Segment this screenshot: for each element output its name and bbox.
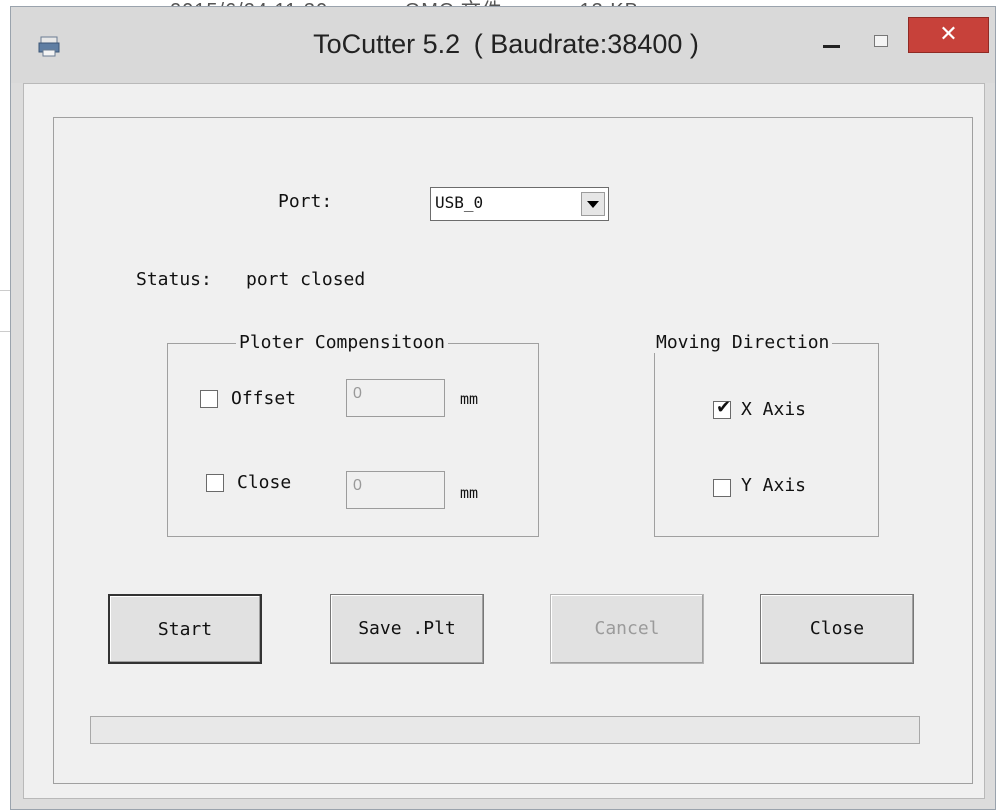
port-select[interactable]: USB_0: [430, 187, 609, 221]
status-value: port closed: [246, 269, 366, 290]
maximize-button[interactable]: [861, 21, 901, 61]
baudrate-label: ( Baudrate:38400 ): [473, 29, 699, 59]
chevron-down-icon[interactable]: [581, 192, 605, 216]
direction-group: Moving Direction ✔ X Axis Y Axis: [653, 332, 879, 537]
save-plt-button[interactable]: Save .Plt: [330, 594, 484, 664]
offset-label: Offset: [231, 388, 297, 409]
port-label: Port:: [278, 191, 333, 212]
close-icon: ✕: [939, 22, 958, 47]
status-label: Status:: [136, 269, 212, 290]
close-button[interactable]: Close: [760, 594, 914, 664]
offset-checkbox[interactable]: [200, 390, 218, 408]
main-panel: Port: USB_0 Status: port closed Ploter C…: [53, 117, 973, 784]
compensation-legend: Ploter Compensitoon: [236, 332, 448, 353]
x-axis-label: X Axis: [741, 399, 807, 420]
close-field[interactable]: 0: [346, 471, 445, 509]
minimize-button[interactable]: [811, 21, 851, 61]
checkmark-icon: ✔: [716, 397, 732, 418]
title-bar[interactable]: ToCutter 5.2 ( Baudrate:38400 ) ✕: [11, 7, 995, 83]
close-unit: mm: [460, 484, 479, 502]
compensation-group: Ploter Compensitoon Offset 0 mm Close 0 …: [167, 332, 539, 537]
offset-field[interactable]: 0: [346, 379, 445, 417]
progress-bar: [90, 716, 920, 744]
tocutter-window: ToCutter 5.2 ( Baudrate:38400 ) ✕ Port: …: [10, 6, 996, 810]
close-window-button[interactable]: ✕: [908, 17, 989, 53]
close-label: Close: [237, 472, 292, 493]
offset-unit: mm: [460, 390, 479, 408]
close-value: 0: [353, 477, 362, 494]
port-value: USB_0: [435, 193, 484, 212]
start-button[interactable]: Start: [108, 594, 262, 664]
close-checkbox[interactable]: [206, 474, 224, 492]
cancel-button[interactable]: Cancel: [550, 594, 704, 664]
x-axis-checkbox[interactable]: ✔: [713, 397, 731, 419]
client-area: Port: USB_0 Status: port closed Ploter C…: [23, 83, 985, 799]
y-axis-checkbox[interactable]: [713, 479, 731, 497]
y-axis-label: Y Axis: [741, 475, 807, 496]
app-name: ToCutter 5.2: [313, 29, 461, 59]
offset-value: 0: [353, 385, 362, 402]
direction-legend: Moving Direction: [653, 332, 833, 353]
